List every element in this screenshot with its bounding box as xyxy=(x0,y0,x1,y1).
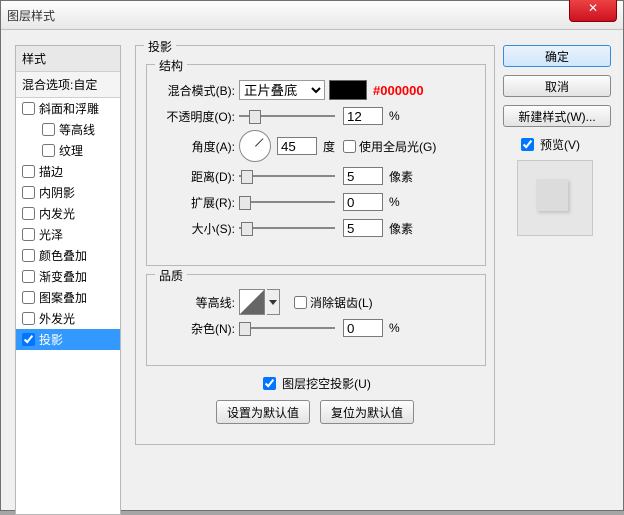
global-light-label: 使用全局光(G) xyxy=(359,138,436,155)
spread-label: 扩展(R): xyxy=(149,194,239,211)
antialias-label: 消除锯齿(L) xyxy=(310,294,373,311)
style-item-10[interactable]: 外发光 xyxy=(16,308,120,329)
style-item-2[interactable]: 纹理 xyxy=(16,140,120,161)
cancel-button[interactable]: 取消 xyxy=(503,75,611,97)
styles-header: 样式 xyxy=(16,46,120,72)
style-item-5[interactable]: 内发光 xyxy=(16,203,120,224)
contour-dropdown[interactable] xyxy=(267,289,280,315)
color-swatch[interactable] xyxy=(329,80,367,100)
spread-input[interactable] xyxy=(343,193,383,211)
angle-input[interactable] xyxy=(277,137,317,155)
style-item-label: 渐变叠加 xyxy=(39,268,87,285)
noise-input[interactable] xyxy=(343,319,383,337)
style-item-checkbox[interactable] xyxy=(22,333,35,346)
make-default-button[interactable]: 设置为默认值 xyxy=(216,400,310,424)
distance-input[interactable] xyxy=(343,167,383,185)
opacity-slider[interactable] xyxy=(239,109,335,123)
new-style-button[interactable]: 新建样式(W)... xyxy=(503,105,611,127)
style-item-6[interactable]: 光泽 xyxy=(16,224,120,245)
noise-unit: % xyxy=(389,321,400,335)
contour-picker[interactable] xyxy=(239,289,265,315)
style-item-4[interactable]: 内阴影 xyxy=(16,182,120,203)
style-item-3[interactable]: 描边 xyxy=(16,161,120,182)
noise-label: 杂色(N): xyxy=(149,320,239,337)
style-item-checkbox[interactable] xyxy=(22,291,35,304)
style-item-label: 外发光 xyxy=(39,310,75,327)
window-title: 图层样式 xyxy=(1,7,55,24)
styles-panel: 样式 混合选项:自定 斜面和浮雕等高线纹理描边内阴影内发光光泽颜色叠加渐变叠加图… xyxy=(15,45,121,515)
structure-group: 结构 混合模式(B): 正片叠底 #000000 不透明度(O): % xyxy=(146,64,486,266)
size-unit: 像素 xyxy=(389,220,413,237)
global-light-checkbox[interactable] xyxy=(343,140,356,153)
style-item-label: 描边 xyxy=(39,163,63,180)
antialias-checkbox[interactable] xyxy=(294,296,307,309)
style-item-7[interactable]: 颜色叠加 xyxy=(16,245,120,266)
spread-unit: % xyxy=(389,195,400,209)
style-item-checkbox[interactable] xyxy=(22,186,35,199)
angle-label: 角度(A): xyxy=(149,138,239,155)
style-item-checkbox[interactable] xyxy=(22,312,35,325)
knockout-checkbox[interactable] xyxy=(263,377,276,390)
effect-title: 投影 xyxy=(144,38,176,55)
distance-slider[interactable] xyxy=(239,169,335,183)
style-item-1[interactable]: 等高线 xyxy=(16,119,120,140)
style-item-checkbox[interactable] xyxy=(22,165,35,178)
angle-unit: 度 xyxy=(323,138,335,155)
style-item-checkbox[interactable] xyxy=(42,144,55,157)
quality-legend: 品质 xyxy=(155,267,187,284)
color-hex-label: #000000 xyxy=(373,83,424,98)
angle-dial[interactable] xyxy=(239,130,271,162)
chevron-down-icon xyxy=(269,300,277,305)
layer-style-dialog: 图层样式 ✕ 样式 混合选项:自定 斜面和浮雕等高线纹理描边内阴影内发光光泽颜色… xyxy=(0,0,624,511)
style-item-9[interactable]: 图案叠加 xyxy=(16,287,120,308)
style-item-label: 颜色叠加 xyxy=(39,247,87,264)
ok-button[interactable]: 确定 xyxy=(503,45,611,67)
effect-panel: 投影 结构 混合模式(B): 正片叠底 #000000 不透明度(O): % xyxy=(135,45,495,445)
style-item-checkbox[interactable] xyxy=(22,102,35,115)
distance-unit: 像素 xyxy=(389,168,413,185)
style-item-checkbox[interactable] xyxy=(22,270,35,283)
blend-mode-label: 混合模式(B): xyxy=(149,82,239,99)
size-slider[interactable] xyxy=(239,221,335,235)
contour-label: 等高线: xyxy=(149,294,239,311)
close-button[interactable]: ✕ xyxy=(569,0,617,22)
opacity-label: 不透明度(O): xyxy=(149,108,239,125)
distance-label: 距离(D): xyxy=(149,168,239,185)
style-item-label: 内发光 xyxy=(39,205,75,222)
style-item-label: 图案叠加 xyxy=(39,289,87,306)
style-item-11[interactable]: 投影 xyxy=(16,329,120,350)
opacity-input[interactable] xyxy=(343,107,383,125)
opacity-unit: % xyxy=(389,109,400,123)
spread-slider[interactable] xyxy=(239,195,335,209)
style-item-checkbox[interactable] xyxy=(22,228,35,241)
size-label: 大小(S): xyxy=(149,220,239,237)
size-input[interactable] xyxy=(343,219,383,237)
style-item-0[interactable]: 斜面和浮雕 xyxy=(16,98,120,119)
reset-default-button[interactable]: 复位为默认值 xyxy=(320,400,414,424)
style-item-label: 内阴影 xyxy=(39,184,75,201)
blend-mode-select[interactable]: 正片叠底 xyxy=(239,80,325,100)
style-item-checkbox[interactable] xyxy=(42,123,55,136)
style-item-label: 纹理 xyxy=(59,142,83,159)
style-item-label: 等高线 xyxy=(59,121,95,138)
dialog-buttons: 确定 取消 新建样式(W)... 预览(V) xyxy=(503,45,611,236)
preview-checkbox[interactable] xyxy=(521,138,534,151)
style-item-checkbox[interactable] xyxy=(22,207,35,220)
preview-label: 预览(V) xyxy=(540,136,580,153)
titlebar: 图层样式 ✕ xyxy=(1,1,623,30)
style-item-8[interactable]: 渐变叠加 xyxy=(16,266,120,287)
noise-slider[interactable] xyxy=(239,321,335,335)
style-item-label: 光泽 xyxy=(39,226,63,243)
knockout-label: 图层挖空投影(U) xyxy=(282,375,371,392)
blend-options-row[interactable]: 混合选项:自定 xyxy=(16,72,120,98)
structure-legend: 结构 xyxy=(155,57,187,74)
style-item-label: 投影 xyxy=(39,331,63,348)
style-item-checkbox[interactable] xyxy=(22,249,35,262)
quality-group: 品质 等高线: 消除锯齿(L) 杂色(N): % xyxy=(146,274,486,366)
style-item-label: 斜面和浮雕 xyxy=(39,100,99,117)
preview-thumbnail xyxy=(517,160,593,236)
